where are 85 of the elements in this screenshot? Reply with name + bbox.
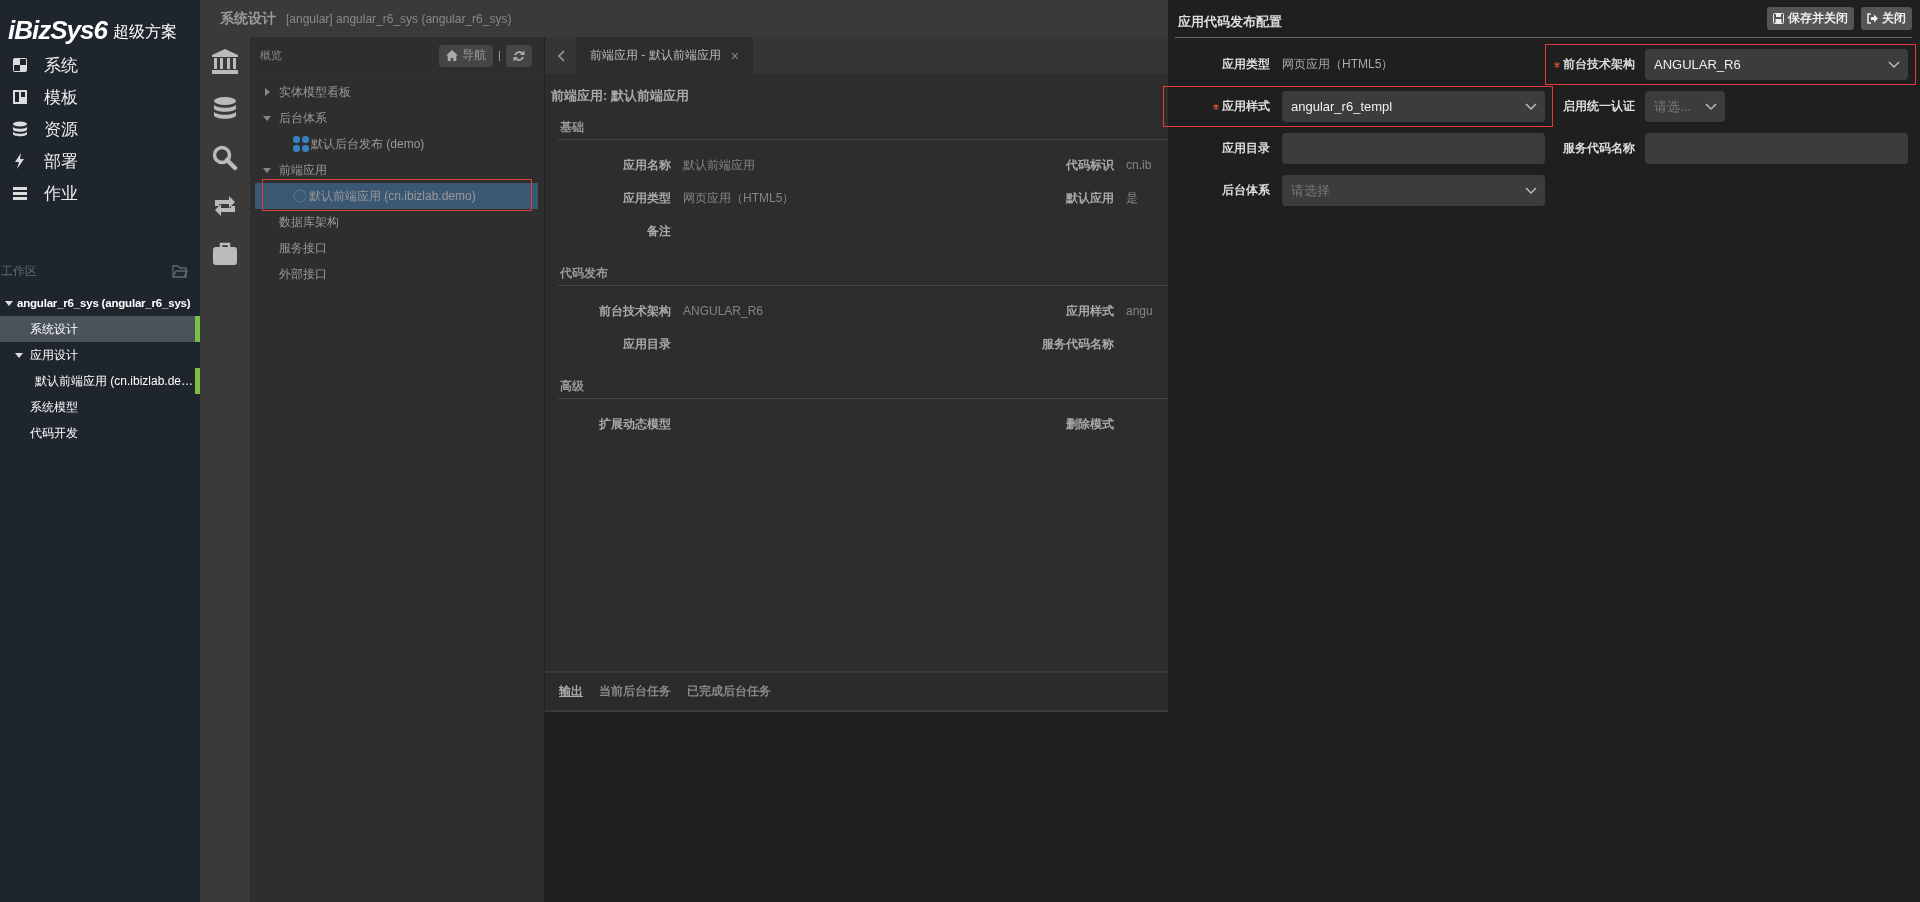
nav-item[interactable]: 模板 (0, 81, 200, 113)
field-label: 扩展动态模型 (598, 416, 672, 433)
tree-item[interactable]: 服务接口 (255, 235, 538, 261)
close-icon[interactable]: × (730, 47, 739, 64)
home-icon (446, 50, 458, 61)
field-label: 默认应用 (1065, 190, 1115, 207)
page-title: 系统设计 (220, 9, 276, 28)
exit-icon (1867, 13, 1878, 24)
close-button[interactable]: 关闭 (1861, 7, 1912, 30)
field-value: cn.ib (1126, 158, 1152, 172)
tree-item[interactable]: 数据库架构 (255, 209, 538, 235)
field-value: 网页应用（HTML5） (1282, 56, 1394, 73)
tree-item[interactable]: 前端应用 (255, 157, 538, 183)
circle-icon (293, 189, 307, 203)
panel-tab[interactable]: 已完成后台任务 (687, 683, 771, 700)
chevron-down-icon (1888, 60, 1900, 69)
field-value: 网页应用（HTML5） (683, 191, 795, 205)
section-title: 代码发布 (558, 255, 1168, 286)
section-title: 高级 (558, 368, 1168, 399)
field-label: 应用名称 (622, 157, 672, 174)
chevron-left-icon[interactable] (556, 49, 565, 62)
navigation-button[interactable]: 导航 (439, 44, 493, 67)
search-icon[interactable] (212, 145, 238, 171)
field-label: 服务代码名称 (1563, 140, 1635, 157)
briefcase-icon[interactable] (212, 241, 238, 267)
field-label: 启用统一认证 (1563, 98, 1635, 115)
section-title: 基础 (558, 109, 1168, 140)
clover-icon (293, 136, 309, 152)
tree-item[interactable]: angular_r6_sys (angular_r6_sys) (0, 290, 200, 316)
nav-item[interactable]: 作业 (0, 177, 200, 209)
logo-subtitle: 超级方案 (112, 22, 177, 42)
field-label: 应用类型 (622, 190, 672, 207)
field-label: 前台技术架构 (598, 303, 672, 320)
tree-item[interactable]: 实体模型看板 (255, 79, 538, 105)
document-tab[interactable]: 前端应用 - 默认前端应用 × (576, 37, 753, 74)
field-label: 应用类型 (1222, 56, 1270, 73)
input-field[interactable] (1645, 133, 1908, 164)
layout-icon (12, 89, 28, 105)
select-field[interactable]: ANGULAR_R6 (1645, 49, 1908, 80)
field-value: angu (1126, 304, 1153, 318)
field-label: 应用样式 (1222, 98, 1270, 115)
folder-icon[interactable] (172, 264, 188, 278)
window-grid-icon (12, 57, 28, 73)
input-field[interactable] (1282, 133, 1545, 164)
refresh-icon (513, 49, 525, 62)
nav-item[interactable]: 资源 (0, 113, 200, 145)
dialog-title: 应用代码发布配置 (1178, 12, 1283, 31)
bank-icon[interactable] (212, 49, 238, 75)
caret-icon[interactable] (15, 351, 23, 359)
chevron-down-icon (1525, 102, 1537, 111)
page-subtitle: [angular] angular_r6_sys (angular_r6_sys) (286, 11, 512, 26)
refresh-button[interactable] (506, 44, 532, 67)
nav-item[interactable]: 系统 (0, 49, 200, 81)
field-label: 后台体系 (1222, 182, 1270, 199)
field-label: 应用目录 (1222, 140, 1270, 157)
form-title: 前端应用: 默认前端应用 (550, 87, 690, 105)
tree-item[interactable]: 默认前端应用 (cn.ibizlab.de… (0, 368, 200, 394)
field-value: 是 (1126, 191, 1138, 205)
tree-item[interactable]: 应用设计 (0, 342, 200, 368)
tree-item[interactable]: 代码开发 (0, 420, 200, 446)
panel-tab[interactable]: 输出 (559, 683, 583, 700)
logo-text: iBizSys6 (8, 15, 107, 46)
nav-item[interactable]: 部署 (0, 145, 200, 177)
tree-item[interactable]: 系统模型 (0, 394, 200, 420)
select-field[interactable]: angular_r6_templ (1282, 91, 1545, 122)
chevron-down-icon (1705, 102, 1717, 111)
field-label: 应用目录 (622, 336, 672, 353)
server-stack-icon (12, 185, 28, 201)
tree-item[interactable]: 系统设计 (0, 316, 200, 342)
tree-item[interactable]: 默认后台发布 (demo) (255, 131, 538, 157)
field-label: 应用样式 (1065, 303, 1115, 320)
field-label: 前台技术架构 (1563, 56, 1635, 73)
field-label: 备注 (646, 223, 672, 240)
field-label: 服务代码名称 (1041, 336, 1115, 353)
panel-title: 概览 (260, 48, 283, 63)
caret-icon[interactable] (5, 299, 13, 307)
field-label: 删除模式 (1065, 416, 1115, 433)
tree-item[interactable]: 外部接口 (255, 261, 538, 287)
tree-item[interactable]: 后台体系 (255, 105, 538, 131)
chevron-down-icon (1525, 186, 1537, 195)
workspace-label: 工作区 (1, 262, 37, 280)
field-label: 代码标识 (1065, 157, 1115, 174)
database-icon (12, 121, 28, 137)
save-close-button[interactable]: 保存并关闭 (1767, 7, 1854, 30)
panel-tab[interactable]: 当前后台任务 (599, 683, 671, 700)
